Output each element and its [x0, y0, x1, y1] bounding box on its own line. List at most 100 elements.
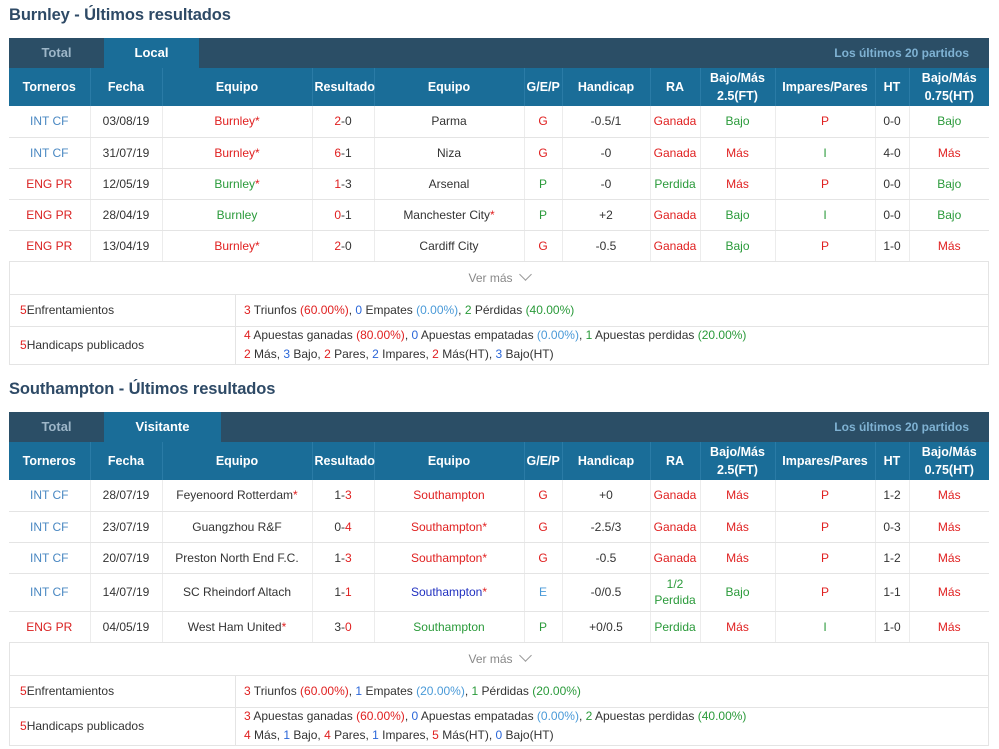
summary-label: 5 Enfrentamientos [10, 675, 236, 707]
away-team-cell[interactable]: Southampton* [374, 542, 525, 574]
over-under-ht-cell: Más [909, 542, 989, 574]
table-row[interactable]: INT CF 31/07/19 Burnley* 6-1 Niza G -0 Ganada Má… [9, 137, 989, 169]
over-under-ht-cell: Más [909, 611, 989, 643]
home-team-cell[interactable]: Burnley* [162, 230, 313, 262]
last-matches-filter[interactable]: Los últimos 20 partidos [834, 38, 969, 68]
home-team-cell[interactable]: Burnley* [162, 106, 313, 138]
away-team-cell[interactable]: Parma [374, 106, 525, 138]
table-row[interactable]: ENG PR 12/05/19 Burnley* 1-3 Arsenal P -0 Perdi… [9, 168, 989, 200]
handicap-cell: -0/0.5 [562, 573, 651, 612]
odd-even-cell: P [775, 106, 876, 138]
result-cell: 3-0 [312, 611, 375, 643]
column-header: Equipo [374, 68, 525, 106]
summary-label: 5 Handicaps publicados [10, 326, 236, 364]
table-row[interactable]: ENG PR 04/05/19 West Ham United* 3-0 Southam… [9, 611, 989, 643]
table-row[interactable]: ENG PR 13/04/19 Burnley* 2-0 Cardiff City G -0… [9, 230, 989, 262]
gep-cell: P [524, 199, 563, 231]
ht-score-cell: 0-0 [875, 106, 910, 138]
draw-count: 1 [355, 683, 363, 698]
ra-cell: Ganada [650, 542, 701, 574]
tournament-cell[interactable]: INT CF [9, 511, 91, 543]
over-under-ft-cell: Más [700, 511, 776, 543]
away-team-cell[interactable]: Southampton* [374, 573, 525, 612]
draw-pct: (0.00%) [536, 328, 579, 342]
gep-cell: G [524, 480, 563, 512]
over-under-ft-cell: Bajo [700, 573, 776, 612]
home-team-cell[interactable]: Guangzhou R&F [162, 511, 313, 543]
tab-visitante[interactable]: Visitante [104, 412, 221, 442]
result-cell: 2-0 [312, 230, 375, 262]
odd-even-cell: I [775, 199, 876, 231]
loss-count: 1 [471, 683, 479, 698]
home-team-cell[interactable]: West Ham United* [162, 611, 313, 643]
ra-cell: Perdida [650, 168, 701, 200]
column-header: G/E/P [524, 68, 563, 106]
result-home: 1 [334, 585, 341, 599]
table-row[interactable]: INT CF 14/07/19 SC Rheindorf Altach 1-1 Sout… [9, 573, 989, 612]
stat-count: 2 [244, 347, 251, 361]
away-team-cell[interactable]: Southampton [374, 611, 525, 643]
away-team-cell[interactable]: Southampton [374, 480, 525, 512]
summary-line: 4 Apuestas ganadas (80.00%), 0 Apuestas … [244, 328, 747, 342]
odd-even-cell: P [775, 230, 876, 262]
draw-count: 0 [411, 328, 419, 342]
result-home: 2 [334, 238, 341, 253]
ht-score-cell: 1-2 [875, 542, 910, 574]
summary-line: 3 Triunfos (60.00%), 0 Empates (0.00%), … [244, 302, 575, 317]
home-team-cell[interactable]: Preston North End F.C. [162, 542, 313, 574]
ver-mas-button[interactable]: Ver más [9, 261, 989, 295]
away-team-cell[interactable]: Niza [374, 137, 525, 169]
ver-mas-button[interactable]: Ver más [9, 642, 989, 676]
table-row[interactable]: INT CF 20/07/19 Preston North End F.C. 1-3 S… [9, 542, 989, 574]
handicap-cell: +0 [562, 480, 651, 512]
tournament-cell[interactable]: INT CF [9, 573, 91, 612]
result-away: 1 [345, 207, 352, 222]
handicap-cell: -0.5 [562, 230, 651, 262]
handicap-cell: -0 [562, 168, 651, 200]
table-row[interactable]: INT CF 28/07/19 Feyenoord Rotterdam* 1-3 Sou… [9, 480, 989, 512]
draw-count: 0 [355, 302, 363, 317]
date-cell: 13/04/19 [90, 230, 163, 262]
result-cell: 0-4 [312, 511, 375, 543]
tab-total[interactable]: Total [9, 38, 104, 68]
home-team-cell[interactable]: Burnley [162, 199, 313, 231]
tournament-cell[interactable]: ENG PR [9, 199, 91, 231]
date-cell: 31/07/19 [90, 137, 163, 169]
star-marker: * [490, 207, 495, 222]
tournament-cell[interactable]: INT CF [9, 542, 91, 574]
tab-local[interactable]: Local [104, 38, 199, 68]
home-team-cell[interactable]: Burnley* [162, 168, 313, 200]
away-team-cell[interactable]: Cardiff City [374, 230, 525, 262]
away-team-cell[interactable]: Manchester City* [374, 199, 525, 231]
win-count: 4 [244, 328, 251, 342]
result-home: 2 [334, 114, 341, 129]
table-row[interactable]: INT CF 03/08/19 Burnley* 2-0 Parma G -0.5/1 Gan… [9, 106, 989, 138]
away-team-cell[interactable]: Arsenal [374, 168, 525, 200]
table-row[interactable]: ENG PR 28/04/19 Burnley 0-1 Manchester City*… [9, 199, 989, 231]
stat-count: 2 [432, 347, 439, 361]
tournament-cell[interactable]: ENG PR [9, 611, 91, 643]
draw-pct: (0.00%) [536, 709, 579, 723]
column-header: Equipo [374, 442, 525, 480]
stat-count: 5 [432, 728, 439, 742]
table-row[interactable]: INT CF 23/07/19 Guangzhou R&F 0-4 Southampto… [9, 511, 989, 543]
tournament-cell[interactable]: ENG PR [9, 168, 91, 200]
away-team-cell[interactable]: Southampton* [374, 511, 525, 543]
home-team-cell[interactable]: Feyenoord Rotterdam* [162, 480, 313, 512]
tab-total[interactable]: Total [9, 412, 104, 442]
home-team-cell[interactable]: Burnley* [162, 137, 313, 169]
tournament-cell[interactable]: INT CF [9, 106, 91, 138]
column-header: Impares/Pares [775, 68, 876, 106]
last-matches-filter[interactable]: Los últimos 20 partidos [834, 412, 969, 442]
loss-pct: (40.00%) [525, 302, 575, 317]
home-team-cell[interactable]: SC Rheindorf Altach [162, 573, 313, 612]
tournament-cell[interactable]: INT CF [9, 480, 91, 512]
draw-pct: (0.00%) [416, 302, 459, 317]
tournament-cell[interactable]: ENG PR [9, 230, 91, 262]
ra-cell: Ganada [650, 511, 701, 543]
ra-cell: Perdida [650, 611, 701, 643]
tournament-cell[interactable]: INT CF [9, 137, 91, 169]
column-header: Bajo/Más 2.5(FT) [700, 442, 776, 480]
over-under-ft-cell: Bajo [700, 199, 776, 231]
over-under-ft-cell: Más [700, 542, 776, 574]
